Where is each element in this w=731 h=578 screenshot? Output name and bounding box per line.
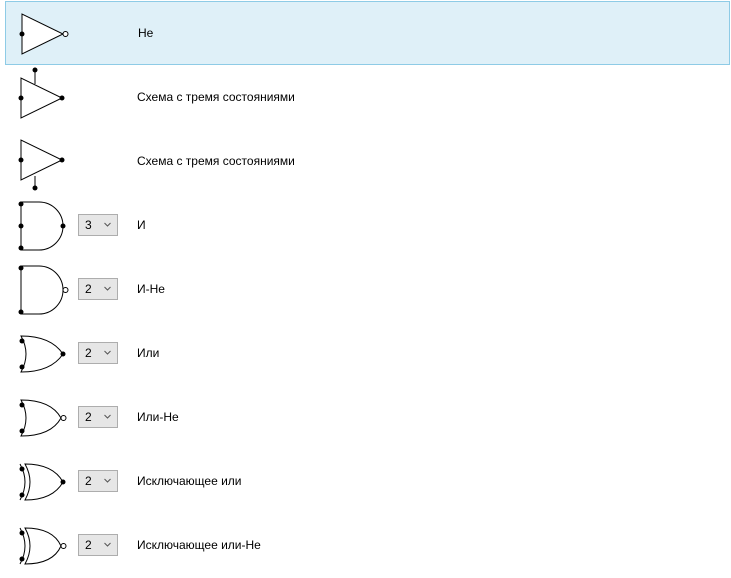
gate-label: Исключающее или [137, 474, 242, 488]
gate-list: Не Схема с тремя состояниями Схема с тре… [0, 0, 731, 577]
input-count-dropdown[interactable]: 2 [78, 342, 118, 364]
gate-label: Схема с тремя состояниями [137, 154, 295, 168]
gate-row-and[interactable]: 3 И [5, 194, 730, 258]
gate-row-xnor[interactable]: 2 Исключающее или-Не [5, 514, 730, 578]
not-gate-icon [19, 13, 69, 55]
gate-label: Или-Не [137, 410, 179, 424]
xor-gate-icon [19, 463, 66, 501]
input-count-value: 2 [85, 346, 92, 360]
input-count-value: 3 [85, 218, 92, 232]
chevron-down-icon [104, 222, 111, 227]
nand-gate-icon [18, 265, 69, 315]
gate-row-nand[interactable]: 2 И-Не [5, 258, 730, 322]
gate-row-xor[interactable]: 2 Исключающее или [5, 450, 730, 514]
chevron-down-icon [104, 350, 111, 355]
gate-row-or[interactable]: 2 Или [5, 322, 730, 386]
input-count-dropdown[interactable]: 2 [78, 534, 118, 556]
gate-row-not[interactable]: Не [5, 1, 730, 65]
gate-row-tristate-top[interactable]: Схема с тремя состояниями [5, 66, 730, 130]
gate-label: И [137, 218, 146, 232]
xnor-gate-icon [19, 527, 67, 565]
chevron-down-icon [104, 414, 111, 419]
input-count-value: 2 [85, 538, 92, 552]
chevron-down-icon [104, 286, 111, 291]
input-count-dropdown[interactable]: 3 [78, 214, 118, 236]
or-gate-icon [19, 335, 66, 373]
input-count-dropdown[interactable]: 2 [78, 278, 118, 300]
gate-label: Схема с тремя состояниями [137, 90, 295, 104]
gate-row-tristate-bottom[interactable]: Схема с тремя состояниями [5, 130, 730, 194]
input-count-value: 2 [85, 410, 92, 424]
tristate-buffer-icon [18, 139, 65, 191]
chevron-down-icon [104, 542, 111, 547]
input-count-value: 2 [85, 474, 92, 488]
nor-gate-icon [19, 399, 67, 437]
input-count-dropdown[interactable]: 2 [78, 406, 118, 428]
tristate-buffer-icon [18, 67, 65, 119]
input-count-dropdown[interactable]: 2 [78, 470, 118, 492]
gate-label: И-Не [137, 282, 165, 296]
and-gate-icon [18, 201, 66, 251]
gate-label: Не [138, 26, 154, 40]
chevron-down-icon [104, 478, 111, 483]
input-count-value: 2 [85, 282, 92, 296]
gate-label: Или [137, 346, 160, 360]
gate-label: Исключающее или-Не [137, 538, 261, 552]
gate-row-nor[interactable]: 2 Или-Не [5, 386, 730, 450]
